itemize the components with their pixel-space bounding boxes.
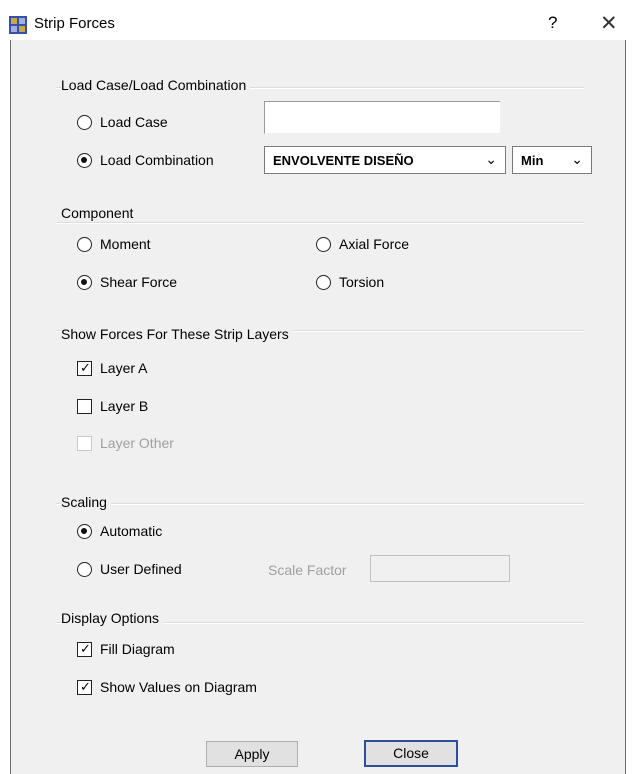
load-group-title: Load Case/Load Combination [61,77,251,93]
layer-other-label: Layer Other [100,435,174,451]
load-combination-label: Load Combination [100,152,214,168]
user-defined-radio[interactable] [77,561,92,577]
layer-other-option: Layer Other [77,435,174,451]
layer-other-checkbox [77,435,92,451]
apply-button[interactable]: Apply [206,741,298,767]
automatic-radio[interactable] [77,523,92,539]
component-group-title: Component [61,205,138,221]
automatic-label: Automatic [100,523,163,539]
torsion-option[interactable]: Torsion [316,274,384,290]
layer-b-option[interactable]: Layer B [77,398,148,414]
fill-diagram-label: Fill Diagram [100,641,175,657]
display-group-title: Display Options [61,610,164,626]
scaling-group-title: Scaling [61,494,111,510]
scale-factor-label: Scale Factor [268,562,347,578]
shear-force-option[interactable]: Shear Force [77,274,177,290]
checkmark-icon: ✓ [80,678,91,694]
component-group-frame [56,222,584,224]
load-case-radio[interactable] [77,114,92,130]
torsion-label: Torsion [339,274,385,290]
chevron-down-icon: ⌄ [485,151,497,167]
load-combination-option[interactable]: Load Combination [77,152,214,168]
close-window-icon[interactable]: ✕ [600,11,618,36]
checkmark-icon: ✓ [80,640,91,656]
scaling-group-frame [56,503,584,505]
moment-option[interactable]: Moment [77,236,151,252]
checkmark-icon: ✓ [80,359,91,375]
show-values-option[interactable]: ✓ Show Values on Diagram [77,679,257,695]
axial-force-radio[interactable] [316,236,331,252]
load-combination-value: ENVOLVENTE DISEÑO [273,153,414,168]
layer-a-checkbox[interactable]: ✓ [77,359,92,376]
shear-force-label: Shear Force [100,274,178,290]
scale-factor-input[interactable] [370,555,510,582]
axial-force-option[interactable]: Axial Force [316,236,409,252]
automatic-option[interactable]: Automatic [77,523,162,539]
torsion-radio[interactable] [316,274,331,290]
fill-diagram-option[interactable]: ✓ Fill Diagram [77,641,175,657]
layer-b-label: Layer B [100,398,149,414]
close-button[interactable]: Close [364,740,458,767]
show-values-label: Show Values on Diagram [100,679,257,695]
extreme-value: Min [521,153,544,168]
extreme-dropdown[interactable]: Min ⌄ [512,146,592,174]
layers-group-title: Show Forces For These Strip Layers [61,326,293,342]
user-defined-option[interactable]: User Defined [77,561,182,577]
chevron-down-icon: ⌄ [571,151,583,167]
shear-force-radio[interactable] [77,274,92,290]
layer-a-option[interactable]: ✓ Layer A [77,360,147,376]
axial-force-label: Axial Force [339,236,410,252]
moment-label: Moment [100,236,151,252]
show-values-checkbox[interactable]: ✓ [77,678,92,695]
help-button[interactable]: ? [548,13,557,33]
fill-diagram-checkbox[interactable]: ✓ [77,640,92,657]
app-icon [9,16,27,34]
load-combination-dropdown[interactable]: ENVOLVENTE DISEÑO ⌄ [264,146,506,174]
load-case-option[interactable]: Load Case [77,114,168,130]
user-defined-label: User Defined [100,561,182,577]
load-case-select[interactable] [264,101,500,134]
layer-b-checkbox[interactable] [77,398,92,414]
title-bar: Strip Forces ? ✕ [0,0,634,40]
load-combination-radio[interactable] [77,152,92,168]
moment-radio[interactable] [77,236,92,252]
layer-a-label: Layer A [100,360,148,376]
window-title: Strip Forces [34,15,115,32]
load-case-label: Load Case [100,114,168,130]
